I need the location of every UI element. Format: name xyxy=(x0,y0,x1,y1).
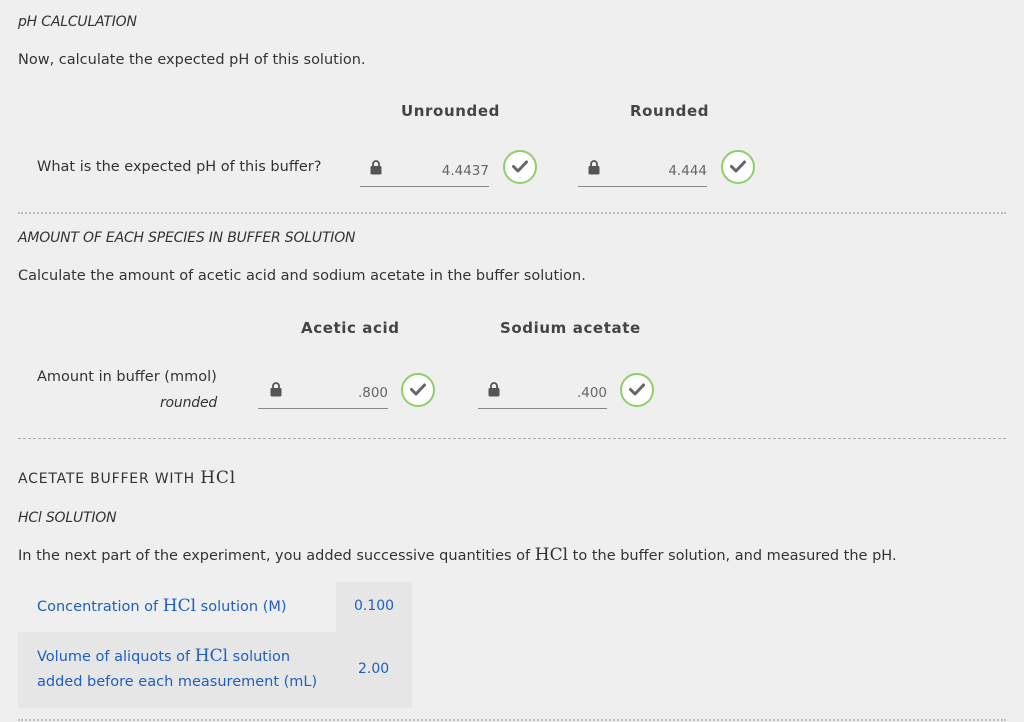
column-header-acetic-acid: Acetic acid xyxy=(301,319,400,337)
hcl-intro-text: In the next part of the experiment, you … xyxy=(18,548,531,564)
vol-value-cell: 2.00 xyxy=(336,632,412,708)
amount-row-label: Amount in buffer (mmol) xyxy=(37,369,217,385)
vol-label-line1: Volume of aliquots of HCl solution xyxy=(37,646,290,666)
conc-value-cell: 0.100 xyxy=(336,582,412,632)
hcl-section-heading: ACETATE BUFFER WITH HCl xyxy=(18,468,236,488)
hcl-heading-formula: HCl xyxy=(200,468,236,488)
lock-icon xyxy=(270,382,282,401)
ph-question-label: What is the expected pH of this buffer? xyxy=(37,159,322,175)
acetic-acid-amount-value: .800 xyxy=(357,385,388,401)
section-divider xyxy=(18,438,1006,439)
vol-label-text-end: solution xyxy=(232,649,291,665)
hcl-intro-formula: HCl xyxy=(534,545,569,565)
check-icon xyxy=(721,150,755,184)
hcl-heading-text: ACETATE BUFFER WITH xyxy=(18,471,195,487)
hcl-intro-text-end: to the buffer solution, and measured the… xyxy=(572,548,897,564)
lock-icon xyxy=(370,160,382,179)
amount-instruction: Calculate the amount of acetic acid and … xyxy=(18,268,586,284)
amount-section-title: AMOUNT OF EACH SPECIES IN BUFFER SOLUTIO… xyxy=(18,230,356,246)
check-icon xyxy=(503,150,537,184)
conc-label-formula: HCl xyxy=(162,596,197,616)
column-header-unrounded: Unrounded xyxy=(401,102,500,120)
hcl-intro: In the next part of the experiment, you … xyxy=(18,545,897,565)
hcl-subtitle: HCl SOLUTION xyxy=(18,510,117,526)
lock-icon xyxy=(588,160,600,179)
column-header-sodium-acetate: Sodium acetate xyxy=(500,319,641,337)
conc-label-cell: Concentration of HCl solution (M) xyxy=(18,582,336,632)
ph-unrounded-input[interactable]: 4.4437 xyxy=(360,156,489,187)
amount-row-sublabel: rounded xyxy=(160,395,218,411)
ph-rounded-input[interactable]: 4.444 xyxy=(578,156,707,187)
vol-label-cell: Volume of aliquots of HCl solution added… xyxy=(18,632,336,708)
check-icon xyxy=(401,373,435,407)
ph-section-title: pH CALCULATION xyxy=(18,14,137,30)
conc-label-text: Concentration of xyxy=(37,599,159,615)
check-icon xyxy=(620,373,654,407)
lock-icon xyxy=(488,382,500,401)
section-divider xyxy=(18,719,1006,721)
section-divider xyxy=(18,212,1006,214)
sodium-acetate-amount-value: .400 xyxy=(576,385,607,401)
ph-rounded-value: 4.444 xyxy=(668,163,707,179)
conc-label-text-end: solution (M) xyxy=(200,599,287,615)
conc-label: Concentration of HCl solution (M) xyxy=(37,596,287,616)
vol-label-formula: HCl xyxy=(194,646,229,666)
acetic-acid-amount-input[interactable]: .800 xyxy=(258,378,388,409)
column-header-rounded: Rounded xyxy=(630,102,710,120)
ph-unrounded-value: 4.4437 xyxy=(441,163,489,179)
vol-label-text: Volume of aliquots of xyxy=(37,649,191,665)
vol-value: 2.00 xyxy=(358,661,390,677)
sodium-acetate-amount-input[interactable]: .400 xyxy=(478,378,607,409)
conc-value: 0.100 xyxy=(354,598,395,614)
ph-instruction: Now, calculate the expected pH of this s… xyxy=(18,52,366,68)
vol-label-line2: added before each measurement (mL) xyxy=(37,674,318,690)
